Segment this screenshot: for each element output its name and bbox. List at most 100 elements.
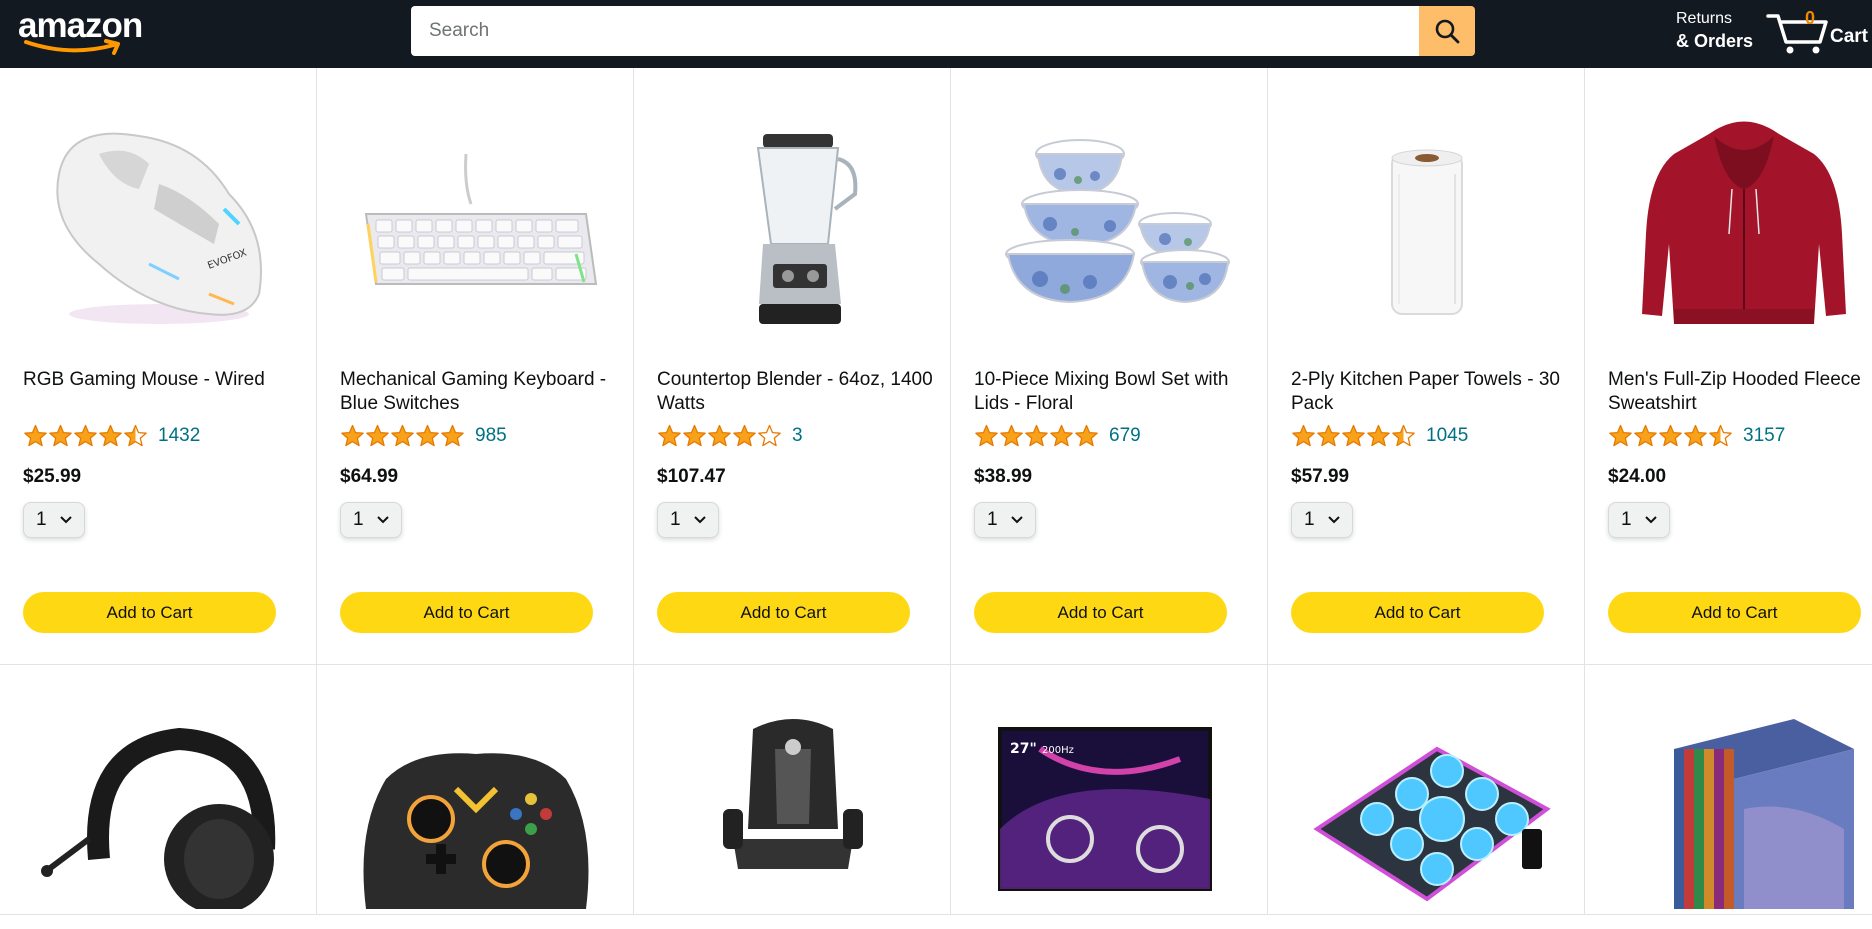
- product-price: $64.99: [340, 466, 399, 487]
- add-to-cart-button[interactable]: Add to Cart: [23, 592, 276, 633]
- keyboard-image[interactable]: [327, 84, 624, 364]
- review-count[interactable]: 1432: [158, 425, 200, 447]
- star-full-icon: [1609, 424, 1632, 447]
- review-count[interactable]: 679: [1109, 425, 1141, 447]
- star-full-icon: [1659, 424, 1682, 447]
- cart-label: Cart: [1830, 26, 1869, 47]
- product-card: 2-Ply Kitchen Paper Towels - 30 Pack 104…: [1268, 68, 1585, 665]
- star-rating: [974, 424, 1099, 448]
- mixing-bowls-image[interactable]: [961, 84, 1258, 364]
- search-button[interactable]: [1419, 6, 1475, 56]
- quantity-value: 1: [1304, 509, 1315, 530]
- star-half-icon: [124, 424, 147, 447]
- product-rating[interactable]: 679: [974, 424, 1141, 448]
- star-full-icon: [99, 424, 122, 447]
- star-full-icon: [708, 424, 731, 447]
- returns-label: Returns: [1676, 10, 1733, 27]
- product-title[interactable]: 10-Piece Mixing Bowl Set with Lids - Flo…: [974, 368, 1254, 416]
- add-to-cart-button[interactable]: Add to Cart: [974, 592, 1227, 633]
- star-full-icon: [74, 424, 97, 447]
- logo-smile-icon: [24, 39, 120, 55]
- product-title[interactable]: 2-Ply Kitchen Paper Towels - 30 Pack: [1291, 368, 1571, 416]
- product-card: [317, 665, 634, 915]
- star-full-icon: [441, 424, 464, 447]
- gaming-mouse-image[interactable]: EVOFOX: [10, 84, 307, 364]
- product-card: [1585, 665, 1872, 915]
- game-controller-image[interactable]: [327, 709, 624, 929]
- search-icon: [1435, 19, 1460, 44]
- blender-image[interactable]: [644, 84, 941, 364]
- star-rating: [23, 424, 148, 448]
- quantity-select[interactable]: 1: [974, 502, 1036, 538]
- star-full-icon: [1000, 424, 1023, 447]
- star-full-icon: [1075, 424, 1098, 447]
- star-full-icon: [658, 424, 681, 447]
- star-full-icon: [416, 424, 439, 447]
- review-count[interactable]: 3: [792, 425, 803, 447]
- cart-button[interactable]: 0 Cart: [1766, 6, 1872, 58]
- star-full-icon: [1367, 424, 1390, 447]
- star-full-icon: [49, 424, 72, 447]
- star-full-icon: [1317, 424, 1340, 447]
- quantity-select[interactable]: 1: [1291, 502, 1353, 538]
- product-rating[interactable]: 985: [340, 424, 507, 448]
- add-to-cart-button[interactable]: Add to Cart: [1608, 592, 1861, 633]
- returns-orders-link[interactable]: Returns & Orders: [1676, 8, 1753, 52]
- star-rating: [1291, 424, 1416, 448]
- star-full-icon: [366, 424, 389, 447]
- star-full-icon: [1684, 424, 1707, 447]
- product-rating[interactable]: 3: [657, 424, 803, 448]
- gaming-chair-image[interactable]: [644, 709, 941, 929]
- star-full-icon: [975, 424, 998, 447]
- add-to-cart-button[interactable]: Add to Cart: [657, 592, 910, 633]
- product-price: $24.00: [1608, 466, 1667, 487]
- chevron-down-icon: [1645, 516, 1657, 524]
- product-title[interactable]: RGB Gaming Mouse - Wired: [23, 368, 303, 416]
- product-rating[interactable]: 1045: [1291, 424, 1468, 448]
- chevron-down-icon: [60, 516, 72, 524]
- add-to-cart-button[interactable]: Add to Cart: [340, 592, 593, 633]
- monitor-size-badge: 27": [1010, 741, 1037, 757]
- product-rating[interactable]: 3157: [1608, 424, 1785, 448]
- product-title[interactable]: Men's Full-Zip Hooded Fleece Sweatshirt: [1608, 368, 1872, 416]
- product-grid-row-2: 27" 200Hz: [0, 665, 1872, 915]
- quantity-value: 1: [36, 509, 47, 530]
- chevron-down-icon: [377, 516, 389, 524]
- search-bar: [411, 6, 1475, 56]
- product-card: [1268, 665, 1585, 915]
- review-count[interactable]: 3157: [1743, 425, 1785, 447]
- product-title[interactable]: Countertop Blender - 64oz, 1400 Watts: [657, 368, 937, 416]
- star-full-icon: [1292, 424, 1315, 447]
- product-rating[interactable]: 1432: [23, 424, 200, 448]
- star-rating: [657, 424, 782, 448]
- laptop-cooling-pad-image[interactable]: [1278, 709, 1575, 929]
- chevron-down-icon: [694, 516, 706, 524]
- product-card: 10-Piece Mixing Bowl Set with Lids - Flo…: [951, 68, 1268, 665]
- search-input[interactable]: [411, 6, 1419, 56]
- monitor-image[interactable]: 27" 200Hz: [961, 709, 1258, 929]
- product-price: $25.99: [23, 466, 82, 487]
- paper-towel-image[interactable]: [1278, 84, 1575, 364]
- chevron-down-icon: [1328, 516, 1340, 524]
- quantity-select[interactable]: 1: [340, 502, 402, 538]
- book-box-set-image[interactable]: [1595, 709, 1872, 929]
- quantity-value: 1: [1621, 509, 1632, 530]
- headset-image[interactable]: [10, 709, 307, 929]
- add-to-cart-button[interactable]: Add to Cart: [1291, 592, 1544, 633]
- quantity-value: 1: [353, 509, 364, 530]
- product-card: 27" 200Hz: [951, 665, 1268, 915]
- amazon-logo[interactable]: amazon: [18, 6, 150, 55]
- hoodie-image[interactable]: [1595, 84, 1872, 364]
- review-count[interactable]: 1045: [1426, 425, 1468, 447]
- quantity-select[interactable]: 1: [23, 502, 85, 538]
- star-full-icon: [1025, 424, 1048, 447]
- product-title[interactable]: Mechanical Gaming Keyboard - Blue Switch…: [340, 368, 620, 416]
- review-count[interactable]: 985: [475, 425, 507, 447]
- cart-count: 0: [1805, 8, 1816, 28]
- quantity-select[interactable]: 1: [657, 502, 719, 538]
- star-full-icon: [1050, 424, 1073, 447]
- quantity-select[interactable]: 1: [1608, 502, 1670, 538]
- product-price: $107.47: [657, 466, 726, 487]
- star-rating: [1608, 424, 1733, 448]
- monitor-hz-badge: 200Hz: [1042, 745, 1074, 756]
